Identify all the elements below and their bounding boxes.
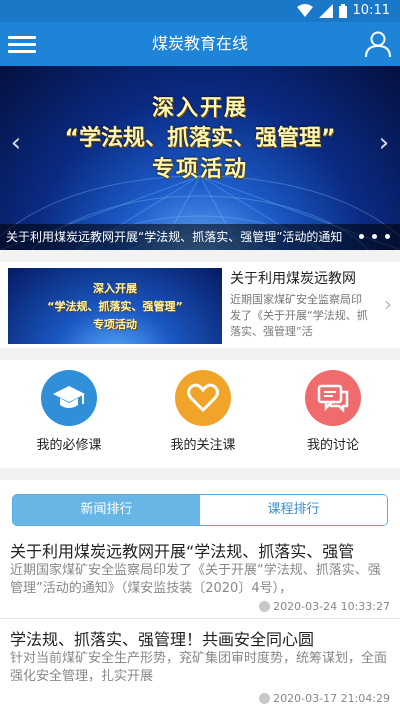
news-list-item[interactable]: 关于利用煤炭远教网开展“学法规、抓落实、强管 近期国家煤矿安全监察局印发了《关于…: [0, 538, 400, 619]
required-courses-label: 我的必修课: [36, 438, 102, 453]
required-courses-button[interactable]: 我的必修课: [14, 370, 124, 453]
status-time: 10:11: [352, 3, 390, 18]
carousel-dot[interactable]: [372, 234, 377, 239]
app-title: 煤炭教育在线: [151, 34, 248, 53]
heart-icon: [175, 370, 231, 426]
featured-summary: 近期国家煤矿安全监察局印发了《关于开展“学法规、抓落实、强管理”活: [230, 293, 368, 338]
news-date-text: 2020-03-24 10:33:27: [273, 600, 390, 613]
news-summary: 近期国家煤矿安全监察局印发了《关于开展“学法规、抓落实、强管理”活动的通知》（煤…: [10, 563, 381, 596]
carousel-dot[interactable]: [359, 234, 364, 239]
clock-icon: [259, 693, 271, 704]
quick-entry-panel: 我的必修课 我的关注课 我的讨论: [0, 360, 400, 468]
tab-course-ranking[interactable]: 课程排行: [200, 495, 387, 525]
news-date-text: 2020-03-17 21:04:29: [273, 692, 390, 705]
news-title: 学法规、抓落实、强管理！共画安全同心圆: [10, 630, 315, 649]
wifi-icon: [296, 3, 313, 17]
ranking-tabs: 新闻排行 课程排行: [12, 494, 388, 526]
banner-line-3: 专项活动: [151, 157, 248, 182]
featured-title: 关于利用煤炭远教网: [230, 271, 356, 287]
news-date: 2020-03-17 21:04:29: [259, 692, 390, 705]
app-bar: 煤炭教育在线: [0, 22, 400, 66]
news-list-item[interactable]: 学法规、抓落实、强管理！共画安全同心圆 针对当前煤矿安全生产形势，兖矿集团审时度…: [0, 626, 400, 710]
my-discussion-button[interactable]: 我的讨论: [278, 370, 388, 453]
clock-icon: [259, 601, 271, 612]
followed-courses-button[interactable]: 我的关注课: [148, 370, 258, 453]
carousel-dot[interactable]: [385, 234, 390, 239]
carousel-prev-icon[interactable]: ‹: [4, 128, 28, 158]
thumb-line-3: 专项活动: [93, 318, 137, 331]
banner-carousel[interactable]: 深入开展 “学法规、抓落实、强管理” 专项活动 ‹ › 关于利用煤炭远教网开展“…: [0, 66, 400, 250]
my-discussion-label: 我的讨论: [306, 438, 359, 453]
ranking-section: 新闻排行 课程排行 关于利用煤炭远教网开展“学法规、抓落实、强管 近期国家煤矿安…: [0, 480, 400, 710]
featured-thumbnail: 深入开展 “学法规、抓落实、强管理” 专项活动: [8, 268, 222, 344]
banner-line-2: “学法规、抓落实、强管理”: [64, 126, 336, 151]
status-icons: 10:11: [296, 3, 390, 18]
thumb-line-1: 深入开展: [93, 282, 137, 295]
chevron-right-icon[interactable]: ›: [384, 292, 392, 316]
banner-line-1: 深入开展: [151, 96, 248, 121]
signal-icon: [318, 3, 333, 18]
battery-icon: [338, 3, 347, 18]
banner-caption-bar[interactable]: 关于利用煤炭远教网开展“学法规、抓落实、强管理”活动的通知: [0, 224, 400, 250]
banner-caption: 关于利用煤炭远教网开展“学法规、抓落实、强管理”活动的通知: [6, 230, 343, 244]
followed-courses-label: 我的关注课: [170, 438, 236, 453]
news-summary: 针对当前煤矿安全生产形势，兖矿集团审时度势，统筹谋划，全面强化安全管理，扎实开展: [10, 651, 388, 684]
carousel-dots: [359, 234, 390, 239]
news-date: 2020-03-24 10:33:27: [259, 600, 390, 613]
featured-news-card[interactable]: 深入开展 “学法规、抓落实、强管理” 专项活动 关于利用煤炭远教网 近期国家煤矿…: [0, 262, 400, 348]
graduation-cap-icon: [41, 370, 97, 426]
user-icon[interactable]: [364, 30, 392, 58]
carousel-next-icon[interactable]: ›: [372, 128, 396, 158]
news-title: 关于利用煤炭远教网开展“学法规、抓落实、强管: [10, 542, 355, 561]
status-bar: 10:11: [0, 0, 400, 22]
thumb-line-2: “学法规、抓落实、强管理”: [47, 300, 183, 313]
tab-news-ranking[interactable]: 新闻排行: [13, 495, 200, 525]
chat-icon: [305, 370, 361, 426]
